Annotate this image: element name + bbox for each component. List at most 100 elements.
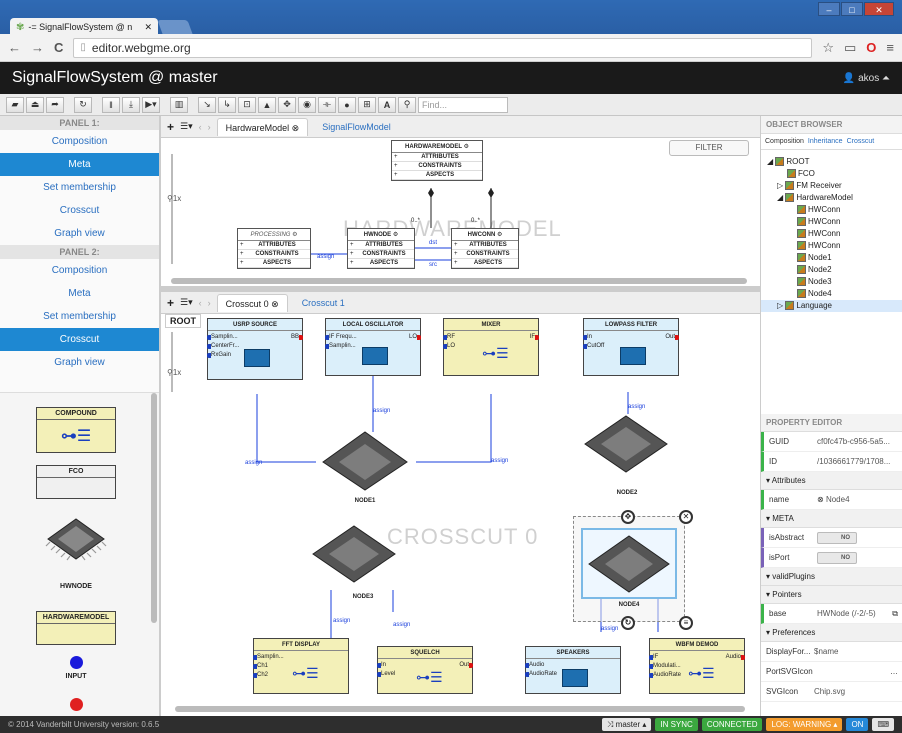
opera-icon[interactable]: O xyxy=(866,40,876,56)
port-in[interactable]: Samplin... xyxy=(325,343,356,349)
move-icon[interactable]: ✥ xyxy=(278,96,296,113)
panel2-set-membership[interactable]: Set membership xyxy=(0,305,159,328)
menu-icon[interactable]: ≡ xyxy=(886,40,894,56)
barcode-icon[interactable]: ‖ xyxy=(102,96,120,113)
input-port-icon[interactable] xyxy=(70,656,83,669)
fill-color-icon[interactable]: ● xyxy=(338,96,356,113)
port-in[interactable]: Modulati... xyxy=(649,663,681,669)
bookmark-star-icon[interactable]: ☆ xyxy=(822,40,834,56)
uml-processing[interactable]: PROCESSING ⚙ ATTRIBUTES CONSTRAINTS ASPE… xyxy=(237,228,311,269)
crosscut-horizontal-scrollbar[interactable] xyxy=(175,706,745,712)
port-out[interactable]: IF xyxy=(530,334,540,340)
component-fft-display[interactable]: FFT DISPLAY Samplin... Ch1 Ch2 ⊶☰ xyxy=(252,638,349,694)
new-tab-button[interactable] xyxy=(157,20,193,34)
eye-icon[interactable]: ◉ xyxy=(298,96,316,113)
port-out[interactable]: BB xyxy=(291,334,304,340)
fork-icon[interactable]: ⏏ xyxy=(26,96,44,113)
section-preferences[interactable]: ▾ Preferences xyxy=(761,624,902,642)
section-attributes[interactable]: ▾ Attributes xyxy=(761,472,902,490)
port-in[interactable]: Level xyxy=(376,671,395,677)
port-in[interactable]: AudioRate xyxy=(648,672,681,678)
port-in[interactable]: Samplin... xyxy=(253,654,284,660)
tree-item-node4[interactable]: Node4 xyxy=(761,288,902,300)
back-icon[interactable]: ← xyxy=(8,40,21,55)
prop-value-input[interactable]: ⊗ Node4 xyxy=(817,490,902,509)
open-project-icon[interactable]: ▰ xyxy=(6,96,24,113)
user-menu[interactable]: 👤 akos ⏶ xyxy=(843,73,890,84)
gear-icon[interactable]: ⚙ xyxy=(464,144,469,150)
section-meta[interactable]: ▾ META xyxy=(761,510,902,528)
node1-chip-icon[interactable] xyxy=(313,424,417,497)
tree-item-root[interactable]: ◢ ROOT xyxy=(761,156,902,168)
port-in[interactable]: IF Frequ... xyxy=(325,334,357,340)
port-in[interactable]: AudioRate xyxy=(524,671,557,677)
port-in[interactable]: RxGain xyxy=(206,352,231,358)
port-in[interactable]: Ch1 xyxy=(252,663,268,669)
reload-icon[interactable]: C xyxy=(54,40,63,55)
component-squelch[interactable]: SQUELCH In Level Out ⊶☰ xyxy=(376,646,473,694)
port-in[interactable]: LO xyxy=(442,343,455,349)
port-out[interactable]: Out xyxy=(459,662,473,668)
node4-chip-icon[interactable] xyxy=(581,528,677,599)
tree-item-fco[interactable]: FCO xyxy=(761,168,902,180)
prop-port-svg-icon[interactable]: PortSVGIcon… xyxy=(761,662,902,682)
is-port-toggle[interactable]: NO xyxy=(817,552,857,564)
uml-hwconn[interactable]: HWCONN ⚙ ATTRIBUTES CONSTRAINTS ASPECTS xyxy=(451,228,519,269)
route-icon[interactable]: ⊡ xyxy=(238,96,256,113)
prop-svg-icon[interactable]: SVGIcon Chip.svg xyxy=(761,682,902,702)
log-level-selector[interactable]: LOG: WARNING ▴ xyxy=(766,718,843,731)
port-in[interactable]: CutOff xyxy=(582,343,604,349)
maximize-icon[interactable]: □ xyxy=(841,2,863,16)
panel1-crosscut[interactable]: Crosscut xyxy=(0,199,159,222)
gear-icon[interactable]: ⚙ xyxy=(393,232,398,238)
tree-item-language[interactable]: ▷ Language xyxy=(761,300,902,312)
cast-icon[interactable]: ▭ xyxy=(844,40,856,56)
url-input[interactable]: ▯ editor.webgme.org xyxy=(73,37,813,58)
component-usrp-source[interactable]: USRP SOURCE Samplin... CenterFr... RxGai… xyxy=(206,318,304,380)
ob-tab-inheritance[interactable]: Inheritance xyxy=(808,134,843,149)
port-in[interactable]: RF xyxy=(443,334,455,340)
panel1-meta[interactable]: Meta xyxy=(0,153,159,176)
tree-item-hwconn[interactable]: HWConn xyxy=(761,228,902,240)
move-handle-icon[interactable]: ✥ xyxy=(621,510,635,524)
panel2-meta[interactable]: Meta xyxy=(0,282,159,305)
grid-icon[interactable]: ⊞ xyxy=(358,96,376,113)
panel1-graph-view[interactable]: Graph view xyxy=(0,222,159,245)
keyboard-icon[interactable]: ⌨ xyxy=(872,718,894,731)
prop-name[interactable]: name ⊗ Node4 xyxy=(761,490,902,510)
panel1-set-membership[interactable]: Set membership xyxy=(0,176,159,199)
section-pointers[interactable]: ▾ Pointers xyxy=(761,586,902,604)
panel2-composition[interactable]: Composition xyxy=(0,259,159,282)
elbow-connect-icon[interactable]: ↳ xyxy=(218,96,236,113)
component-lowpass-filter[interactable]: LOWPASS FILTER In CutOff Out xyxy=(582,318,679,376)
tree-item-node2[interactable]: Node2 xyxy=(761,264,902,276)
component-speakers[interactable]: SPEAKERS Audio AudioRate xyxy=(524,646,621,694)
branch-selector[interactable]: ⤨ master ▴ xyxy=(602,718,652,731)
component-local-oscillator[interactable]: LOCAL OSCILLATOR IF Frequ... Samplin... … xyxy=(325,318,422,376)
play-dropdown-icon[interactable]: ▶▾ xyxy=(142,96,160,113)
ob-tab-crosscut[interactable]: Crosscut xyxy=(847,134,875,149)
forward-icon[interactable]: → xyxy=(31,40,44,55)
node2-chip-icon[interactable] xyxy=(577,410,675,477)
panel2-crosscut[interactable]: Crosscut xyxy=(0,328,159,351)
port-in[interactable]: IF xyxy=(648,654,658,660)
close-tab-icon[interactable]: ✕ xyxy=(144,22,152,33)
port-in[interactable]: In xyxy=(582,334,592,340)
panel2-graph-view[interactable]: Graph view xyxy=(0,351,159,374)
prop-base[interactable]: base HWNode (/-2/-5) ⧉ xyxy=(761,604,902,624)
search-icon[interactable]: ⚲ xyxy=(398,96,416,113)
output-port-icon[interactable] xyxy=(70,698,83,711)
tree-item-node3[interactable]: Node3 xyxy=(761,276,902,288)
part-compound[interactable]: COMPOUND ⊶☰ xyxy=(36,407,116,453)
meta-horizontal-scrollbar[interactable] xyxy=(171,278,747,284)
connect-icon[interactable]: ↘ xyxy=(198,96,216,113)
on-toggle[interactable]: ON xyxy=(846,718,869,731)
is-abstract-toggle[interactable]: NO xyxy=(817,532,857,544)
layout-icon[interactable]: ▥ xyxy=(170,96,188,113)
component-wbfm-demod[interactable]: WBFM DEMOD IF Modulati... AudioRate Audi… xyxy=(648,638,746,694)
tree-item-fm-receiver[interactable]: ▷ FM Receiver xyxy=(761,180,902,192)
find-input[interactable]: Find... xyxy=(418,96,508,113)
uml-hardwaremodel[interactable]: HARDWAREMODEL ⚙ ATTRIBUTES CONSTRAINTS A… xyxy=(391,140,483,181)
lock-icon[interactable]: ▲ xyxy=(258,96,276,113)
details-handle-icon[interactable]: ≡ xyxy=(679,616,693,630)
